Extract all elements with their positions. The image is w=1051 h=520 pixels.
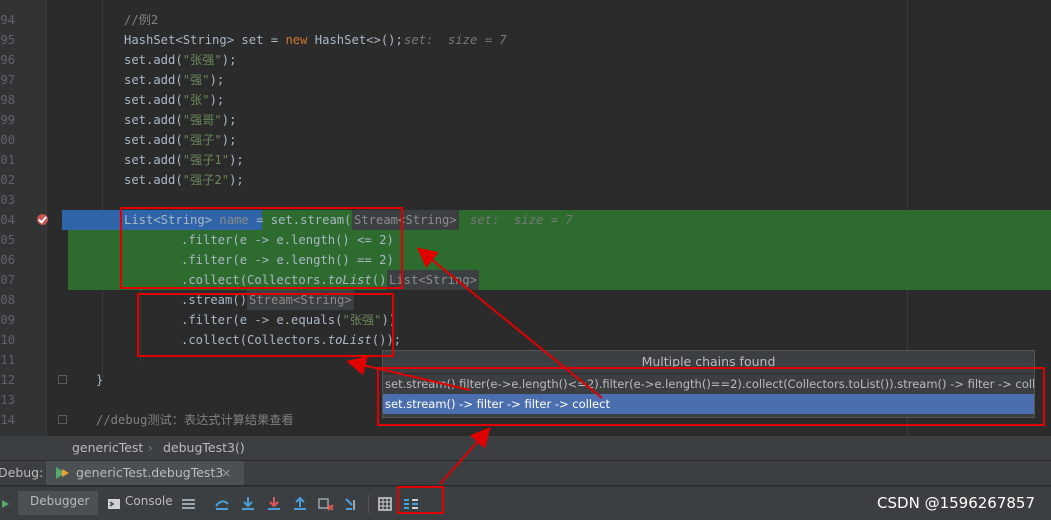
line-number: 94 bbox=[0, 13, 15, 27]
line-number: 05 bbox=[0, 233, 15, 247]
evaluate-expression-icon[interactable] bbox=[377, 496, 393, 512]
code-text: set.add("张强"); bbox=[124, 53, 237, 67]
line-number: 09 bbox=[0, 313, 15, 327]
step-into-icon[interactable] bbox=[240, 496, 256, 512]
code-comment: //debug测试：表达式计算结果查看 bbox=[96, 413, 294, 427]
tab-console[interactable]: Console bbox=[125, 494, 173, 508]
code-text: set.add("强"); bbox=[124, 73, 225, 87]
debug-session-tab[interactable]: genericTest.debugTest3 × bbox=[46, 461, 244, 485]
line-number: 12 bbox=[0, 373, 15, 387]
line-number: 06 bbox=[0, 253, 15, 267]
code-text: set.add("强子"); bbox=[124, 133, 237, 147]
line-number: 14 bbox=[0, 413, 15, 427]
code-line[interactable]: 97 set.add("强"); bbox=[0, 70, 1051, 90]
breadcrumb-separator: › bbox=[148, 440, 153, 455]
code-comment: //例2 bbox=[124, 13, 159, 27]
code-text: set.add("张"); bbox=[124, 93, 225, 107]
drop-frame-icon[interactable] bbox=[318, 496, 334, 512]
debug-session-name: genericTest.debugTest3 bbox=[76, 465, 224, 480]
tab-debugger[interactable]: Debugger bbox=[18, 491, 98, 515]
line-number: 04 bbox=[0, 213, 15, 227]
code-line[interactable]: 02 set.add("强子2"); bbox=[0, 170, 1051, 190]
code-line[interactable]: 99 set.add("强哥"); bbox=[0, 110, 1051, 130]
breadcrumb-item[interactable]: debugTest3() bbox=[163, 436, 245, 460]
watermark: CSDN @1596267857 bbox=[877, 494, 1035, 512]
debug-value-hint: set: size = 7 bbox=[404, 33, 507, 47]
code-text: set.add("强子2"); bbox=[124, 173, 244, 187]
threads-menu-icon[interactable] bbox=[181, 496, 197, 512]
annotation-box bbox=[120, 207, 403, 289]
line-number: 96 bbox=[0, 53, 15, 67]
debug-tool-header: Debug: genericTest.debugTest3 × bbox=[0, 461, 1051, 485]
line-number: 98 bbox=[0, 93, 15, 107]
line-number: 02 bbox=[0, 173, 15, 187]
code-line[interactable]: 00 set.add("强子"); bbox=[0, 130, 1051, 150]
show-execution-point-icon[interactable] bbox=[214, 496, 230, 512]
annotation-box bbox=[397, 486, 444, 514]
breadcrumb: genericTest › debugTest3() bbox=[0, 436, 1051, 461]
line-number: 07 bbox=[0, 273, 15, 287]
code-line[interactable]: 01 set.add("强子1"); bbox=[0, 150, 1051, 170]
code-line[interactable]: 98 set.add("张"); bbox=[0, 90, 1051, 110]
console-icon bbox=[108, 499, 120, 509]
line-number: 99 bbox=[0, 113, 15, 127]
run-config-icon bbox=[56, 467, 69, 479]
line-number: 08 bbox=[0, 293, 15, 307]
breadcrumb-item[interactable]: genericTest bbox=[72, 436, 143, 460]
code-line[interactable]: 95 HashSet<String> set = new HashSet<>()… bbox=[0, 30, 1051, 50]
step-out-icon[interactable] bbox=[292, 496, 308, 512]
code-text: } bbox=[96, 373, 104, 387]
code-line[interactable]: 94 //例2 bbox=[0, 10, 1051, 30]
line-number: 00 bbox=[0, 133, 15, 147]
annotation-box bbox=[137, 293, 394, 357]
line-number: 01 bbox=[0, 153, 15, 167]
code-line[interactable]: 96 set.add("张强"); bbox=[0, 50, 1051, 70]
tab-label: Debugger bbox=[30, 494, 90, 508]
code-text: set.add("强哥"); bbox=[124, 113, 237, 127]
code-text: HashSet<String> set = new HashSet<>(); bbox=[124, 33, 403, 47]
toolbar-divider bbox=[368, 495, 369, 513]
debug-value-hint: set: size = 7 bbox=[470, 213, 573, 227]
run-to-cursor-icon[interactable] bbox=[344, 496, 360, 512]
line-number: 13 bbox=[0, 393, 15, 407]
code-text: set.add("强子1"); bbox=[124, 153, 244, 167]
line-number: 03 bbox=[0, 193, 15, 207]
rerun-icon[interactable] bbox=[0, 496, 16, 512]
close-icon[interactable]: × bbox=[221, 461, 231, 485]
line-number: 11 bbox=[0, 353, 15, 367]
debug-label: Debug: bbox=[0, 465, 44, 480]
line-number: 10 bbox=[0, 333, 15, 347]
line-number: 95 bbox=[0, 33, 15, 47]
force-step-into-icon[interactable] bbox=[266, 496, 282, 512]
annotation-box bbox=[377, 367, 1045, 426]
line-number: 97 bbox=[0, 73, 15, 87]
